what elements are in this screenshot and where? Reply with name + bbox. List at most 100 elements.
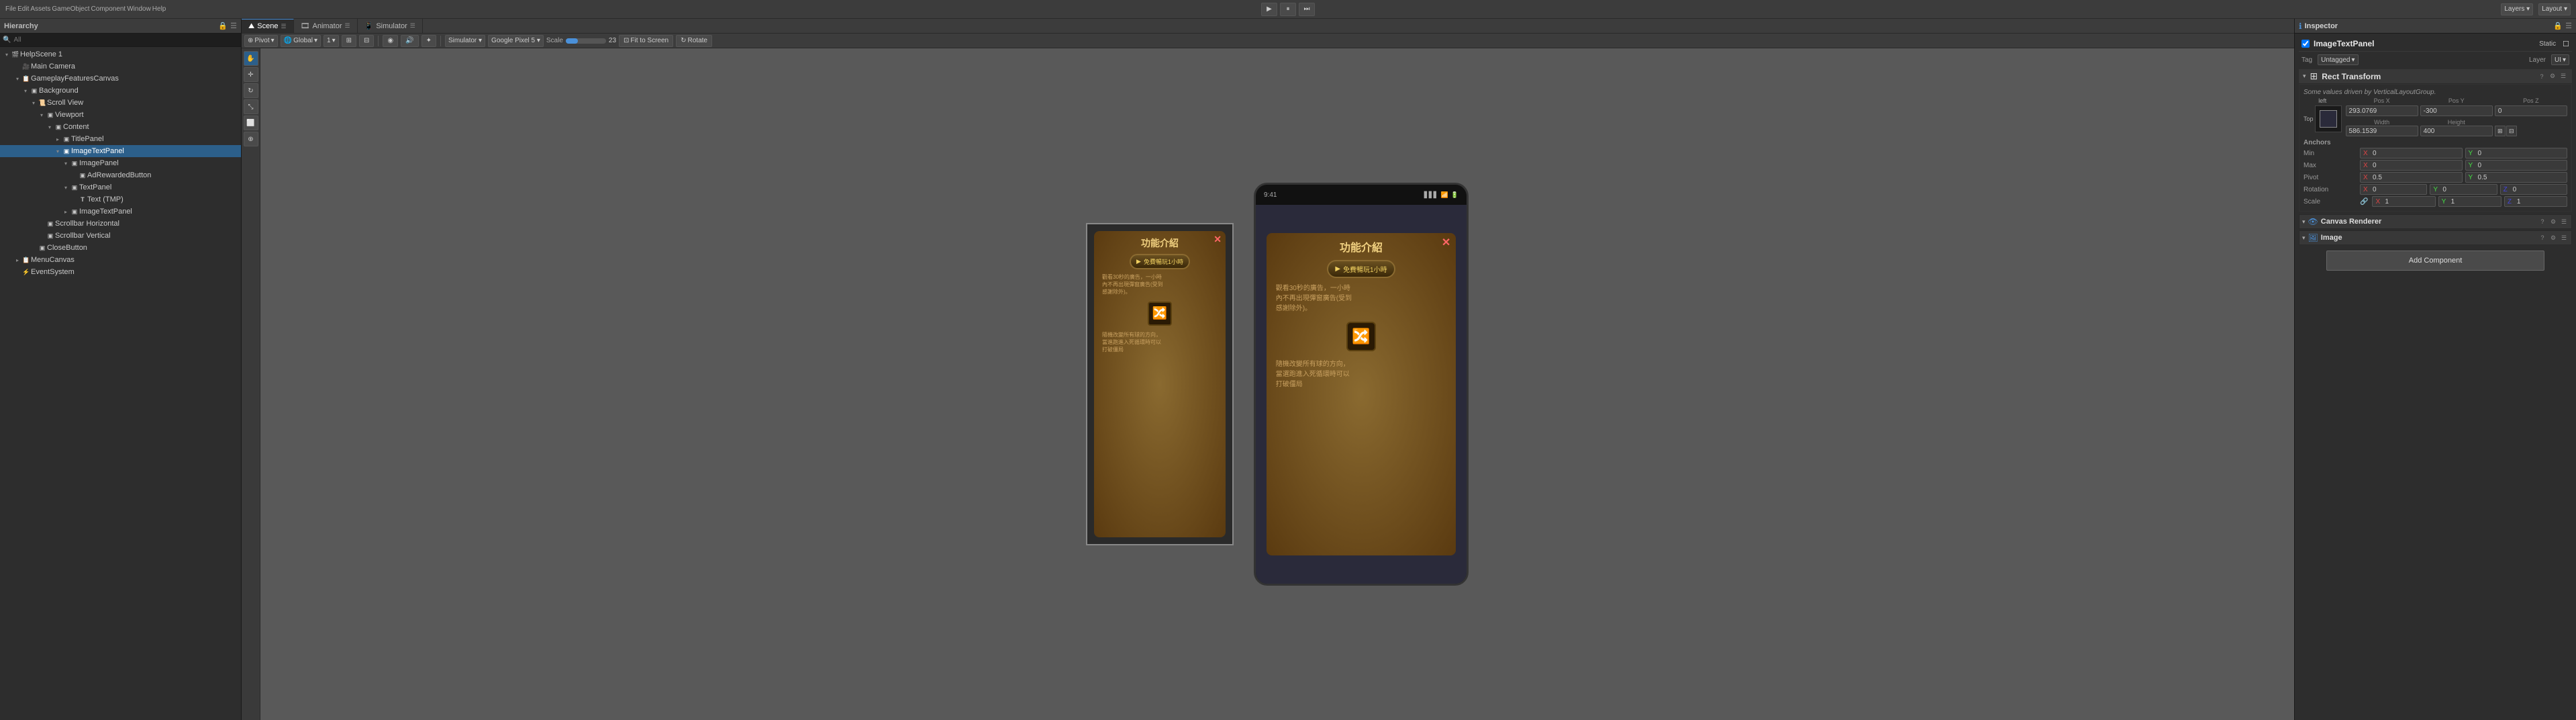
max-x-input[interactable]: X 0	[2360, 160, 2463, 171]
close-x-left[interactable]: ✕	[1213, 234, 1222, 245]
simulator-tab-menu[interactable]: ☰	[410, 22, 415, 30]
top-menu-window[interactable]: Window	[127, 5, 151, 13]
sidebar-item-scrollview[interactable]: 📜 Scroll View	[0, 97, 241, 109]
top-menu-assets[interactable]: Assets	[30, 5, 50, 13]
sidebar-item-imagetextpanel[interactable]: ▣ ImageTextPanel	[0, 145, 241, 157]
min-x-input[interactable]: X 0	[2360, 148, 2463, 159]
tool-rotate[interactable]: ↻	[244, 83, 258, 98]
canvas-renderer-settings[interactable]: ⚙	[2548, 217, 2558, 226]
grid-toggle[interactable]: ⊞	[342, 35, 356, 47]
play-button[interactable]: ▶	[1261, 3, 1277, 16]
close-x-right[interactable]: ✕	[1442, 236, 1450, 249]
sidebar-item-scrollbar-h[interactable]: ▣ Scrollbar Horizontal	[0, 218, 241, 230]
gizmo-toggle[interactable]: ⊟	[359, 35, 374, 47]
sidebar-item-imagetextpanel2[interactable]: ▣ ImageTextPanel	[0, 206, 241, 218]
pause-button[interactable]: ⏸	[1280, 3, 1296, 16]
anchor-widget[interactable]	[2315, 105, 2342, 132]
layer-dropdown-inspector[interactable]: UI ▾	[2551, 54, 2569, 65]
tool-hand[interactable]: ✋	[244, 51, 258, 66]
rect-info-icon[interactable]: ?	[2537, 72, 2546, 81]
pivot-y-input[interactable]: Y 0.5	[2465, 172, 2568, 183]
image-menu[interactable]: ☰	[2559, 233, 2569, 242]
rot-x-input[interactable]: X 0	[2360, 184, 2427, 195]
width-input[interactable]: 586.1539	[2346, 126, 2418, 136]
scale-x-input[interactable]: X 1	[2372, 196, 2435, 207]
pos-y-input[interactable]: -300	[2420, 105, 2493, 116]
animator-tab-menu[interactable]: ☰	[345, 22, 350, 30]
width-constrain-btn[interactable]: ⊞	[2495, 126, 2506, 136]
pos-x-input[interactable]: 293.0769	[2346, 105, 2418, 116]
rect-settings-icon[interactable]: ⚙	[2548, 72, 2557, 81]
render-toggle[interactable]: ◉	[383, 35, 398, 47]
rot-y-input[interactable]: Y 0	[2430, 184, 2497, 195]
sidebar-item-text-tmp[interactable]: T Text (TMP)	[0, 193, 241, 206]
hierarchy-search-input[interactable]	[13, 36, 238, 44]
hierarchy-menu-icon[interactable]: ☰	[230, 21, 237, 30]
sidebar-item-eventsystem[interactable]: ⚡ EventSystem	[0, 266, 241, 278]
sidebar-item-textpanel[interactable]: ▣ TextPanel	[0, 181, 241, 193]
top-menu-component[interactable]: Component	[91, 5, 126, 13]
rot-z-input[interactable]: Z 0	[2500, 184, 2567, 195]
canvas-renderer-menu[interactable]: ☰	[2559, 217, 2569, 226]
sidebar-item-maincamera[interactable]: 🎥 Main Camera	[0, 60, 241, 73]
static-checkbox-icon[interactable]: ☐	[2563, 40, 2569, 48]
top-menu-edit[interactable]: Edit	[17, 5, 29, 13]
pivot-dropdown[interactable]: ⊕ Pivot ▾	[244, 35, 278, 47]
scene-root-item[interactable]: 🎬 HelpScene 1	[0, 48, 241, 60]
tool-scale[interactable]: ⤡	[244, 99, 258, 114]
sidebar-item-gameplayfeatures[interactable]: 📋 GameplayFeaturesCanvas	[0, 73, 241, 85]
simulator-model-dropdown[interactable]: Google Pixel 5 ▾	[488, 35, 544, 47]
sidebar-item-content[interactable]: ▣ Content	[0, 121, 241, 133]
image-header[interactable]: ▾ 🖼 Image ? ⚙ ☰	[2299, 230, 2572, 245]
hierarchy-lock-icon[interactable]: 🔒	[218, 21, 228, 30]
sidebar-item-background[interactable]: ▣ Background	[0, 85, 241, 97]
effect-toggle[interactable]: ✦	[422, 35, 436, 47]
right-ad-button[interactable]: ▶ 免費暢玩1小時	[1327, 260, 1395, 278]
top-menu-gameobject[interactable]: GameObject	[52, 5, 89, 13]
image-info[interactable]: ?	[2538, 233, 2547, 242]
object-active-checkbox[interactable]	[2301, 40, 2310, 48]
pivot-x-input[interactable]: X 0.5	[2360, 172, 2463, 183]
sidebar-item-titlepanel[interactable]: ▣ TitlePanel	[0, 133, 241, 145]
sidebar-item-imagepanel[interactable]: ▣ ImagePanel	[0, 157, 241, 169]
layer-dropdown[interactable]: Layers ▾	[2501, 3, 2533, 15]
simulator-device-dropdown[interactable]: Simulator ▾	[445, 35, 485, 47]
tab-scene[interactable]: ⛰ Scene ☰	[242, 19, 294, 34]
tool-transform[interactable]: ⊕	[244, 132, 258, 146]
sidebar-item-menucanvas[interactable]: 📋 MenuCanvas	[0, 254, 241, 266]
tab-simulator[interactable]: 📱 Simulator ☰	[358, 19, 423, 34]
add-component-button[interactable]: Add Component	[2326, 251, 2545, 271]
sidebar-item-adrewardedbutton[interactable]: ▣ AdRewardedButton	[0, 169, 241, 181]
left-ad-button[interactable]: ▶ 免費暢玩1小時	[1130, 254, 1190, 269]
canvas-renderer-info[interactable]: ?	[2538, 217, 2547, 226]
inspector-lock-icon[interactable]: 🔒	[2553, 21, 2563, 30]
rect-transform-section-header[interactable]: ▾ ⊞ Rect Transform ? ⚙ ☰	[2299, 69, 2572, 84]
snap-dropdown[interactable]: 1 ▾	[324, 35, 339, 47]
height-constrain-btn[interactable]: ⊟	[2506, 126, 2517, 136]
height-input[interactable]: 400	[2420, 126, 2493, 136]
scale-y-input[interactable]: Y 1	[2438, 196, 2501, 207]
scene-viewport[interactable]: ✕ 功能介紹 ▶ 免費暢玩1小時 觀看30秒的廣告，一小時內不再出現彈窗廣告(受…	[260, 48, 2294, 720]
fit-to-screen-btn[interactable]: ⊡ Fit to Screen	[619, 35, 673, 47]
scale-slider[interactable]	[566, 38, 606, 44]
inspector-menu-icon[interactable]: ☰	[2565, 21, 2572, 30]
sidebar-item-viewport[interactable]: ▣ Viewport	[0, 109, 241, 121]
pos-z-input[interactable]: 0	[2495, 105, 2567, 116]
top-menu-help[interactable]: Help	[152, 5, 166, 13]
audio-toggle[interactable]: 🔊	[401, 35, 418, 47]
tag-dropdown[interactable]: Untagged ▾	[2318, 54, 2358, 65]
max-y-input[interactable]: Y 0	[2465, 160, 2568, 171]
tool-rect[interactable]: ⬜	[244, 116, 258, 130]
min-y-input[interactable]: Y 0	[2465, 148, 2568, 159]
image-settings[interactable]: ⚙	[2548, 233, 2558, 242]
step-button[interactable]: ⏭	[1299, 3, 1315, 16]
tool-move[interactable]: ✛	[244, 67, 258, 82]
scene-tab-menu[interactable]: ☰	[281, 23, 286, 30]
scale-z-input[interactable]: Z 1	[2504, 196, 2567, 207]
sidebar-item-scrollbar-v[interactable]: ▣ Scrollbar Vertical	[0, 230, 241, 242]
tab-animator[interactable]: 🎞 Animator ☰	[294, 19, 358, 34]
canvas-renderer-header[interactable]: ▾ 👁 Canvas Renderer ? ⚙ ☰	[2299, 214, 2572, 229]
rect-menu-icon[interactable]: ☰	[2559, 72, 2568, 81]
sidebar-item-closebutton[interactable]: ▣ CloseButton	[0, 242, 241, 254]
rotate-btn[interactable]: ↻ Rotate	[676, 35, 712, 47]
